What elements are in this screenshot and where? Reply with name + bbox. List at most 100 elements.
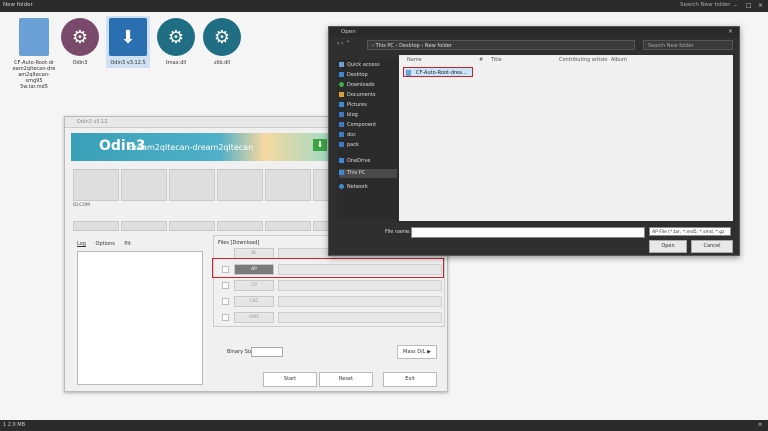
- sidebar-item-blog[interactable]: blog: [339, 111, 397, 120]
- file-row-ums: UMS: [222, 312, 442, 323]
- desktop-icon-odin3-exe[interactable]: ⬇ Odin3 v3.12.5: [106, 16, 150, 68]
- sidebar-item-pictures[interactable]: Pictures: [339, 101, 397, 110]
- sidebar-item-label: OneDrive: [347, 158, 371, 164]
- sidebar-item-quick-access[interactable]: Quick access: [339, 61, 397, 70]
- column-artists[interactable]: Contributing artists: [559, 57, 607, 63]
- column-number[interactable]: #: [479, 57, 483, 63]
- folder-icon: [339, 142, 344, 147]
- desktop-icon-label: tmax.dll: [165, 60, 187, 66]
- explorer-search[interactable]: Search New folder: [680, 2, 730, 8]
- sidebar-item-this-pc[interactable]: This PC: [339, 169, 397, 178]
- minimize-icon[interactable]: –: [734, 2, 737, 9]
- column-album[interactable]: Album: [611, 57, 627, 63]
- explorer-title: New folder: [3, 2, 33, 8]
- dialog-titlebar: Open: [329, 27, 739, 37]
- cp-checkbox[interactable]: [222, 282, 229, 289]
- cancel-button[interactable]: Cancel: [691, 240, 733, 253]
- com-slot: [217, 169, 263, 201]
- binary-size-field: [251, 347, 283, 357]
- id-slot: [217, 221, 263, 231]
- star-icon: [339, 62, 344, 67]
- nav-arrows-icon[interactable]: ‹ › ⌃: [337, 40, 351, 47]
- odin-tabs: Log Options Pit: [77, 241, 139, 247]
- cloud-icon: [339, 158, 344, 163]
- folder-icon: [339, 122, 344, 127]
- column-name[interactable]: Name: [407, 57, 422, 63]
- tab-options[interactable]: Options: [96, 241, 115, 247]
- desktop-icon-label: Odin3 v3.12.5: [110, 60, 146, 66]
- sidebar-item-label: Component: [347, 122, 377, 128]
- maximize-icon[interactable]: □: [746, 2, 752, 9]
- status-bar: 1 2.0 MB ≡: [0, 420, 768, 431]
- pictures-icon: [339, 102, 344, 107]
- file-row-csc: CSC: [222, 296, 442, 307]
- start-button[interactable]: Start: [263, 372, 317, 387]
- id-slot: [121, 221, 167, 231]
- csc-path-field[interactable]: [278, 296, 442, 307]
- desktop-icon-tmax[interactable]: ⚙ tmax.dll: [154, 18, 198, 66]
- desktop-icon-cf-auto-root[interactable]: CF-Auto-Root-dr eam2qltecan-dre am2qltec…: [12, 18, 56, 90]
- com-slot: [73, 169, 119, 201]
- download-icon: ⬇: [109, 18, 147, 56]
- id-slot: [73, 221, 119, 231]
- address-bar[interactable]: › This PC › Desktop › New folder: [367, 40, 635, 50]
- cp-button[interactable]: CP: [234, 280, 274, 291]
- banner-subtitle: dream2qltecan-dream2qltecan: [129, 143, 254, 152]
- sidebar-item-documents[interactable]: Documents: [339, 91, 397, 100]
- desktop-icon-zlib[interactable]: ⚙ zlib.dll: [200, 18, 244, 66]
- desktop-icon-label: CF-Auto-Root-dr eam2qltecan-dre am2qltec…: [12, 60, 56, 90]
- filetype-select[interactable]: AP File (*.tar, *.md5, *.smd, *.gz: [649, 227, 731, 236]
- explorer-titlebar: New folder Search New folder – □ ×: [0, 0, 768, 12]
- tab-log[interactable]: Log: [77, 241, 86, 247]
- com-slot: [121, 169, 167, 201]
- folder-icon: [339, 132, 344, 137]
- cp-path-field[interactable]: [278, 280, 442, 291]
- sidebar-item-onedrive[interactable]: OneDrive: [339, 157, 397, 166]
- sidebar-item-downloads[interactable]: Downloads: [339, 81, 397, 90]
- exit-button[interactable]: Exit: [383, 372, 437, 387]
- files-header: Files [Download]: [218, 240, 260, 246]
- sidebar-item-label: Network: [347, 184, 368, 190]
- ums-path-field[interactable]: [278, 312, 442, 323]
- documents-icon: [339, 92, 344, 97]
- ums-checkbox[interactable]: [222, 314, 229, 321]
- tab-pit[interactable]: Pit: [124, 241, 130, 247]
- desktop-icon-odin3[interactable]: ⚙ Odin3: [58, 18, 102, 66]
- dialog-search-input[interactable]: Search New folder: [643, 40, 733, 50]
- sidebar-item-label: pack: [347, 142, 359, 148]
- sidebar-item-desktop[interactable]: Desktop: [339, 71, 397, 80]
- id-slot: [265, 221, 311, 231]
- file-row-cp: CP: [222, 280, 442, 291]
- folder-icon: [339, 112, 344, 117]
- file-list: Name # Title Contributing artists Album …: [399, 55, 733, 221]
- sidebar-item-network[interactable]: Network: [339, 183, 397, 192]
- reset-button[interactable]: Reset: [319, 372, 373, 387]
- sidebar-item-label: doc: [347, 132, 356, 138]
- file-icon: [19, 18, 49, 56]
- com-slot: [265, 169, 311, 201]
- column-title[interactable]: Title: [491, 57, 502, 63]
- com-slot: [169, 169, 215, 201]
- download-icon: [339, 82, 344, 87]
- gear-icon: ⚙: [203, 18, 241, 56]
- sidebar-item-doc[interactable]: doc: [339, 131, 397, 140]
- filename-input[interactable]: [411, 227, 645, 238]
- sidebar-item-label: Quick access: [347, 62, 380, 68]
- csc-checkbox[interactable]: [222, 298, 229, 305]
- sidebar-item-pack[interactable]: pack: [339, 141, 397, 150]
- close-icon[interactable]: ×: [728, 28, 733, 35]
- log-textarea[interactable]: [77, 251, 203, 385]
- gear-icon: ⚙: [157, 18, 195, 56]
- close-icon[interactable]: ×: [758, 2, 763, 9]
- network-icon: [339, 184, 344, 189]
- file-item-selected[interactable]: CF-Auto-Root-drea...: [403, 67, 473, 77]
- sidebar-item-label: Documents: [347, 92, 376, 98]
- csc-button[interactable]: CSC: [234, 296, 274, 307]
- open-button[interactable]: Open: [649, 240, 687, 253]
- mass-dl-button[interactable]: Mass D/L ▶: [397, 345, 437, 359]
- sidebar-item-component[interactable]: Component: [339, 121, 397, 130]
- nav-pane: Quick access Desktop Downloads Documents…: [337, 59, 399, 219]
- view-icon[interactable]: ≡: [758, 420, 762, 431]
- ums-button[interactable]: UMS: [234, 312, 274, 323]
- open-dialog: Open × ‹ › ⌃ › This PC › Desktop › New f…: [328, 26, 740, 256]
